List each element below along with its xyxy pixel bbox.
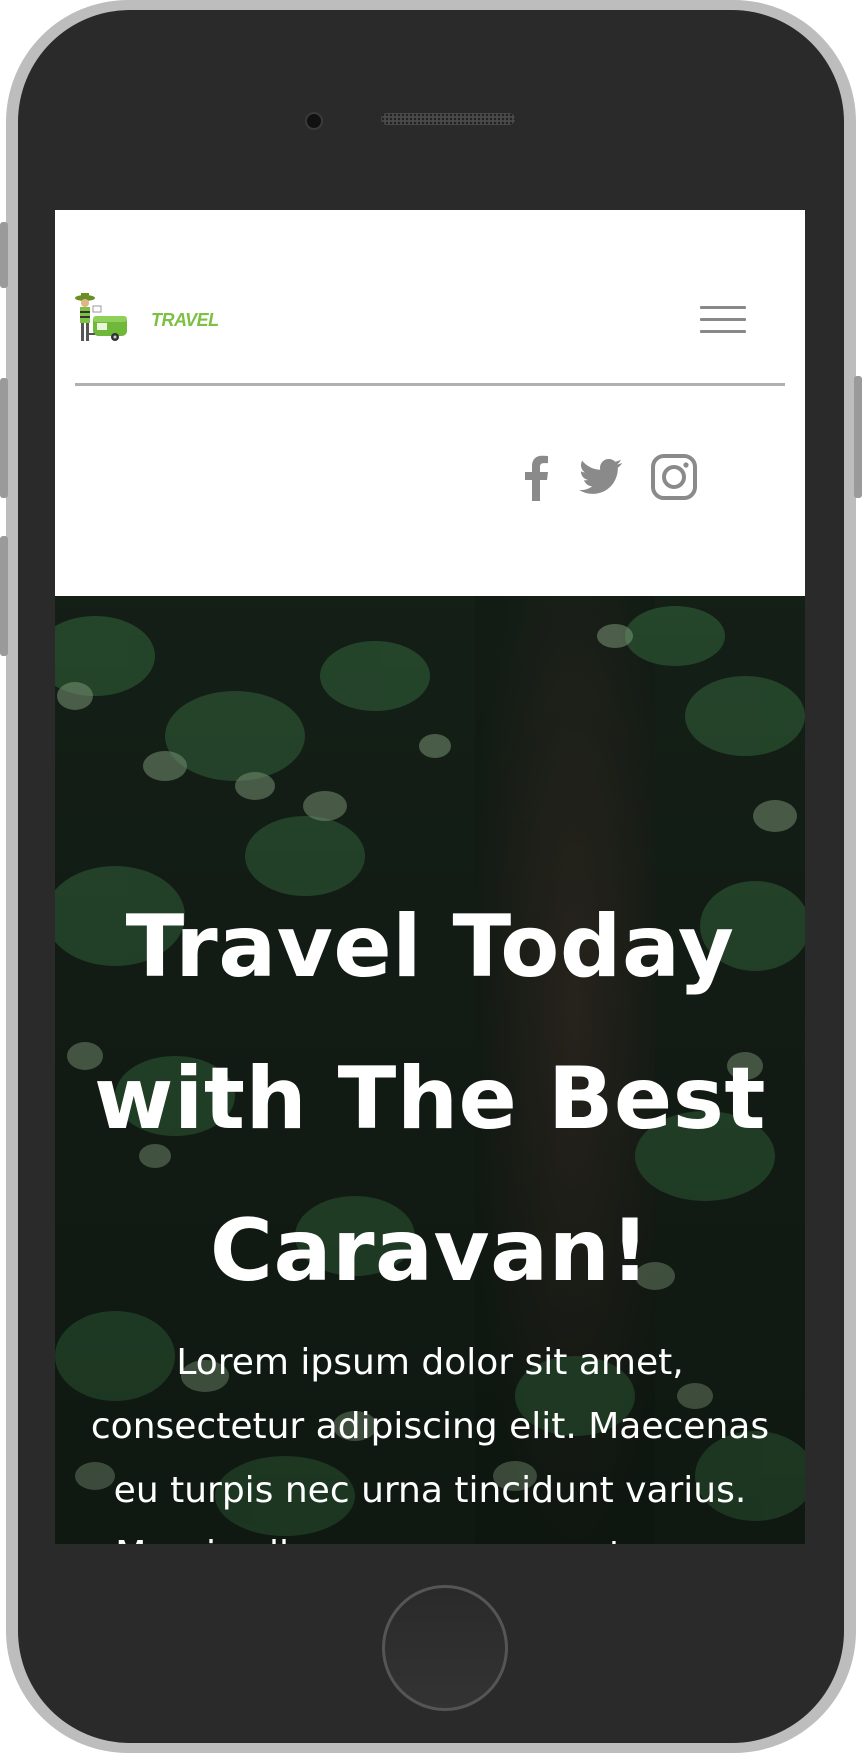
hero-text: Lorem ipsum dolor sit amet, consectetur … <box>90 1342 770 1544</box>
logo-text: TRAVEL <box>151 310 219 330</box>
volume-up-button <box>0 378 8 498</box>
instagram-link[interactable] <box>651 453 697 501</box>
facebook-icon <box>525 455 548 501</box>
facebook-link[interactable] <box>522 453 550 501</box>
hamburger-icon-bar <box>700 306 746 309</box>
twitter-icon <box>579 459 623 494</box>
hero-section: Travel Today with The Best Caravan! Lore… <box>55 596 805 1544</box>
volume-down-button <box>0 536 8 656</box>
menu-button[interactable] <box>700 306 746 336</box>
twitter-link[interactable] <box>579 453 623 501</box>
site-logo[interactable]: TRAVEL <box>75 292 219 350</box>
instagram-icon <box>651 454 697 500</box>
front-camera <box>305 112 323 130</box>
site-header: TRAVEL <box>55 210 805 596</box>
hamburger-icon-bar <box>700 330 746 333</box>
screen: TRAVEL Travel Today with The Best Carava… <box>55 210 805 1544</box>
power-button <box>854 376 862 498</box>
home-button[interactable] <box>382 1585 508 1711</box>
hero-title: Travel Today with The Best Caravan! <box>93 897 767 1301</box>
earpiece-speaker <box>381 113 515 125</box>
hamburger-icon-bar <box>700 318 746 321</box>
mute-switch <box>0 222 8 288</box>
header-divider <box>75 383 785 386</box>
